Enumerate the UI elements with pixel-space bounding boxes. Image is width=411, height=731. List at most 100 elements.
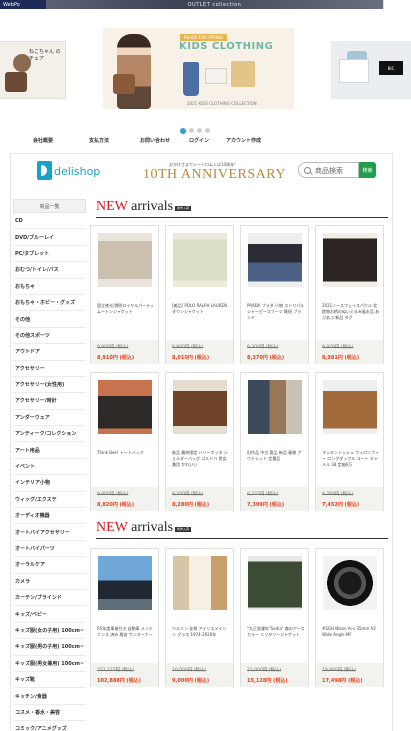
product-card[interactable]: [美品] POLO RALPH LAUREN ダウンジャケット 8,900円 (税…: [165, 225, 234, 364]
nav-link-contact[interactable]: お問い合わせ: [140, 137, 170, 144]
carousel-dot[interactable]: [197, 128, 202, 133]
sidebar-category-item[interactable]: キッズ/ベビー: [13, 606, 86, 623]
sidebar-category-item[interactable]: おむつ/トイレ/バス: [13, 262, 86, 279]
product-image[interactable]: [173, 556, 227, 610]
product-original-price: 8,269円 (税込): [322, 492, 354, 497]
carousel-slide-prev[interactable]: ねこちゃん のチェア: [0, 41, 66, 99]
search-input[interactable]: 商品検索: [298, 162, 359, 178]
sidebar-category-item[interactable]: オートバイアクセサリー: [13, 524, 86, 541]
sidebar-category-item[interactable]: オーラルケア: [13, 557, 86, 574]
nav-link-payment[interactable]: 支払方法: [89, 137, 109, 144]
product-image[interactable]: [98, 233, 152, 287]
promo-banner-text: OUTLET collection: [46, 0, 383, 9]
product-sale-price: 7,399円 (税込): [247, 502, 285, 508]
product-card[interactable]: 新品 最終限定 ハリーポッタ ショルダーバッグ ゴルドバ 男女兼用 かわいい 9,…: [165, 372, 234, 511]
product-image[interactable]: [173, 233, 227, 287]
product-image[interactable]: [98, 380, 152, 434]
site-logo[interactable]: delishop: [37, 161, 118, 181]
product-card[interactable]: 国立夜光/透明ロイヤルパーティ ムートンジャケット 9,900円 (税込) 8,91…: [90, 225, 159, 364]
product-original-price: 9,979円 (税込): [322, 345, 354, 350]
product-image[interactable]: [248, 233, 302, 287]
product-card[interactable]: R5年度車検付き 自動車 メンテナンス 済み 格安 ワンオーナー 222,222円…: [90, 548, 159, 687]
sidebar-category-item[interactable]: インテリア小物: [13, 475, 86, 492]
sidebar-category-item[interactable]: コスメ・香水・美容: [13, 705, 86, 722]
product-name[interactable]: R5年度車検付き 自動車 メンテナンス 済み 格安 ワンオーナー: [97, 626, 155, 652]
sidebar-category-item[interactable]: キッズ服(女の子用) 100cm~: [13, 623, 86, 640]
carousel-dot[interactable]: [180, 127, 186, 134]
product-card[interactable]: "大正浪漫年"Sedia" 森のアースカラー ミリタリージャケット 22,000円…: [240, 548, 309, 687]
section-header-new-arrivals-2: NEW arrivals 新作入荷: [96, 519, 388, 539]
sidebar-category-item[interactable]: カーテン/ブラインド: [13, 590, 86, 607]
section-title: NEW arrivals: [96, 199, 173, 215]
search-button[interactable]: 検索: [359, 162, 376, 178]
carousel-slide-next[interactable]: BIC: [331, 41, 411, 99]
sidebar-category-item[interactable]: ウィッグ/エクステ: [13, 492, 86, 509]
sidebar-category-item[interactable]: CD: [13, 213, 86, 230]
section-title-rest: arrivals: [127, 520, 174, 535]
product-image[interactable]: [323, 380, 377, 434]
product-sale-price: 8,280円 (税込): [172, 502, 210, 508]
sidebar-category-item[interactable]: DVD/ブルーレイ: [13, 229, 86, 246]
sidebar-category-item[interactable]: アンダーウェア: [13, 410, 86, 427]
model-image: [117, 34, 151, 109]
sidebar-category-item[interactable]: アクセサリー(女性用): [13, 377, 86, 394]
sidebar-category-item[interactable]: その他スポーツ: [13, 328, 86, 345]
sidebar-category-item[interactable]: オートバイパーツ: [13, 541, 86, 558]
sidebar-category-item[interactable]: アウトドア: [13, 344, 86, 361]
product-name[interactable]: ベルリン 花柄 アイリスメイソン グラス 1974-2026年: [172, 626, 230, 652]
sidebar-category-item[interactable]: アンティーク/コレクション: [13, 426, 86, 443]
product-image[interactable]: [173, 380, 227, 434]
hero-carousel[interactable]: ねこちゃん のチェア READY FOR SPRING KIDS CLOTHIN…: [0, 22, 411, 122]
product-image[interactable]: [248, 380, 302, 434]
carousel-dot[interactable]: [189, 128, 194, 133]
product-image[interactable]: [248, 556, 302, 610]
sidebar-category-item[interactable]: キッズ靴: [13, 672, 86, 689]
sidebar-category-item[interactable]: おもちゃ・ホビー・グッズ: [13, 295, 86, 312]
sidebar-category-item[interactable]: キッズ服(男女兼用) 100cm~: [13, 656, 86, 672]
product-card[interactable]: 旧作品 中古 夏品 新品 春物 アウトレット 定番品 8,222円 (税込) 7,3…: [240, 372, 309, 511]
product-original-price: 19,860円 (税込): [322, 668, 357, 673]
carousel-dot[interactable]: [205, 128, 210, 133]
carousel-slide-active[interactable]: READY FOR SPRING KIDS CLOTHING 2021 KIDS…: [103, 28, 294, 109]
product-name[interactable]: "大正浪漫年"Sedia" 森のアースカラー ミリタリージャケット: [247, 626, 305, 652]
product-sale-price: 102,888円 (税込): [97, 678, 142, 684]
sidebar-category-item[interactable]: アート用品: [13, 442, 86, 459]
product-image[interactable]: [98, 556, 152, 610]
product-image[interactable]: [323, 233, 377, 287]
top-promo-strip[interactable]: WebPo OUTLET collection: [0, 0, 411, 9]
sidebar-category-item[interactable]: PC/タブレット: [13, 246, 86, 263]
slide-title: KIDS CLOTHING: [179, 41, 274, 52]
sidebar-category-item[interactable]: オーディオ機器: [13, 508, 86, 525]
product-name[interactable]: 旧作品 中古 夏品 新品 春物 アウトレット 定番品: [247, 450, 305, 476]
product-card[interactable]: #SGH Nikon Ai-s 35mm f/2 Wide Angle MF 19…: [315, 548, 384, 687]
sidebar-category-item[interactable]: アクセサリー: [13, 361, 86, 377]
sidebar-category-item[interactable]: アクセサリー/時計: [13, 393, 86, 410]
sidebar-category-item[interactable]: カメラ: [13, 574, 86, 590]
nav-link-login[interactable]: ログイン: [189, 137, 209, 144]
sidebar-category-item[interactable]: おもちゃ: [13, 279, 86, 295]
sidebar-category-item[interactable]: イベント: [13, 459, 86, 476]
product-card[interactable]: 2021ノースフェイスパウル 北欧物お柄のぬいぐるみ風お品 あぶあぶ 新品 タグ…: [315, 225, 384, 364]
product-name[interactable]: 新品 最終限定 ハリーポッタ ショルダーバッグ ゴルドバ 男女兼用 かわいい: [172, 450, 230, 476]
product-name[interactable]: PRADA プラダ 小物 ストリパル シャーピースブーツ 靴紐 ブランド: [247, 303, 305, 329]
product-name[interactable]: 国立夜光/透明ロイヤルパーティ ムートンジャケット: [97, 303, 155, 329]
sidebar-category-item[interactable]: コミック/アニメグッズ: [13, 721, 86, 731]
product-card[interactable]: PRADA プラダ 小物 ストリパル シャーピースブーツ 靴紐 ブランド 9,30…: [240, 225, 309, 364]
product-sale-price: 17,498円 (税込): [322, 678, 363, 684]
product-original-price: 10,000円 (税込): [172, 668, 207, 673]
product-name[interactable]: #SGH Nikon Ai-s 35mm f/2 Wide Angle MF: [322, 626, 380, 652]
product-card[interactable]: ベルリン 花柄 アイリスメイソン グラス 1974-2026年 10,000円 (…: [165, 548, 234, 687]
product-card[interactable]: Think Bee! トートバック 9,800円 (税込) 8,820円 (税込): [90, 372, 159, 511]
product-name[interactable]: Think Bee! トートバック: [97, 450, 155, 476]
sidebar-category-item[interactable]: その他: [13, 311, 86, 328]
product-card[interactable]: マッキントッシュ フィロソフィー ロングダッフル コート キャメル 38 定価6…: [315, 372, 384, 511]
product-name[interactable]: [美品] POLO RALPH LAUREN ダウンジャケット: [172, 303, 230, 329]
product-name[interactable]: マッキントッシュ フィロソフィー ロングダッフル コート キャメル 38 定価6…: [322, 450, 380, 476]
product-name[interactable]: 2021ノースフェイスパウル 北欧物お柄のぬいぐるみ風お品 あぶあぶ 新品 タグ: [322, 303, 380, 329]
sidebar-category-item[interactable]: キッズ服(男の子用) 100cm~: [13, 639, 86, 656]
sidebar-category-item[interactable]: キッチン/食器: [13, 688, 86, 705]
search-icon: [304, 167, 311, 174]
product-image[interactable]: [323, 556, 377, 610]
nav-link-signup[interactable]: アカウント作成: [226, 137, 261, 144]
nav-link-company[interactable]: 会社概要: [33, 137, 53, 144]
